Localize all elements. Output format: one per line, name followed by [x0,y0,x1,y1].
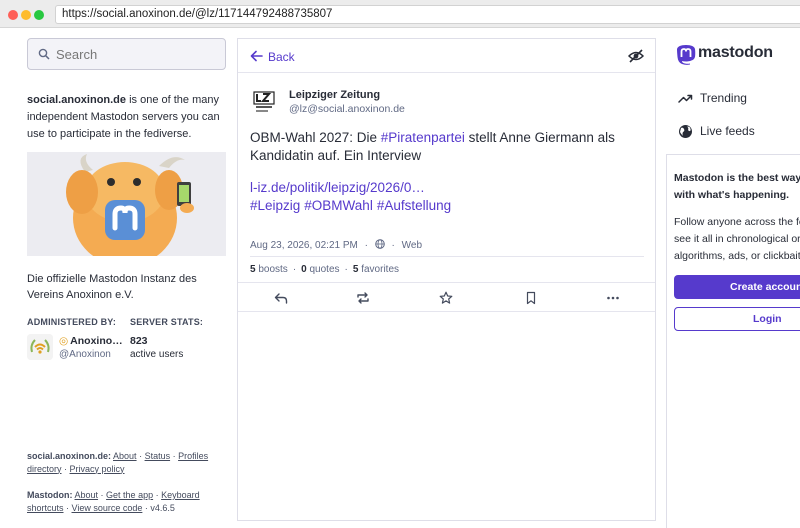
address-bar[interactable]: https://social.anoxinon.de/@lz/117144792… [55,5,800,24]
mastodon-footer-links: Mastodon: About · Get the app · Keyboard… [27,490,200,513]
signup-text-line: Follow anyone across the fe [674,216,800,228]
mastodon-logo-icon [677,45,696,65]
signup-headline: Mastodon is the best way t with what's h… [674,170,800,204]
post-column: Back Leipziger Zeitung @lz@social.anoxin… [237,38,656,521]
footer-server-label: social.anoxinon.de: [27,451,112,461]
admin-avatar[interactable] [27,334,53,360]
server-stats-label: SERVER STATS: [130,317,204,327]
hashtag-link[interactable]: #Piratenpartei [381,130,465,145]
admin-handle: @Anoxinon [59,349,111,360]
right-column-border [666,154,667,528]
admin-name-text: Anoxino… [70,335,123,347]
create-account-button[interactable]: Create account [674,275,800,299]
signup-headline-line: with what's happening. [674,189,790,201]
nav-label: Trending [700,91,747,105]
post-hashtags: #Leipzig #OBMWahl #Aufstellung [250,197,455,215]
administered-by-label: ADMINISTERED BY: [27,317,117,327]
hashtag-link[interactable]: #OBMWahl [304,198,373,213]
browser-chrome: https://social.anoxinon.de/@lz/117144792… [0,0,800,28]
login-button[interactable]: Login [674,307,800,331]
post-stats: 5 boosts · 0 quotes · 5 favorites [250,264,400,275]
more-icon[interactable] [606,291,620,305]
post-text-start: OBM-Wahl 2027: Die [250,130,381,145]
boosts-count: 5 [250,264,256,275]
close-window-button[interactable] [8,10,18,20]
search-icon [38,48,50,60]
column-header: Back [238,39,655,73]
quotes-label[interactable]: quotes [310,264,340,275]
bookmark-icon[interactable] [524,291,538,305]
star-icon[interactable] [439,291,453,305]
favorites-count: 5 [352,264,359,275]
server-hero-image [27,152,226,256]
server-description: Die offizielle Mastodon Instanz des Vere… [27,273,197,301]
footer-about-link[interactable]: About [113,451,137,461]
post-source: Web [401,240,423,251]
post-content: OBM-Wahl 2027: Die #Piratenpartei stellt… [250,129,645,165]
post-action-bar [238,282,655,312]
minimize-window-button[interactable] [21,10,31,20]
signup-headline-line: Mastodon is the best way t [674,172,800,184]
boost-icon[interactable] [356,291,370,305]
nav-label: Live feeds [700,124,755,138]
quotes-count: 0 [301,264,307,275]
search-placeholder: Search [56,47,98,62]
page: Search social.anoxinon.de is one of the … [0,28,800,528]
footer-get-app-link[interactable]: Get the app [106,490,153,500]
maximize-window-button[interactable] [34,10,44,20]
reply-icon[interactable] [274,291,288,305]
active-users-label: active users [130,349,184,360]
admin-badge-icon: ◎ [59,335,69,347]
logo-text: mastodon [698,44,773,61]
server-about: social.anoxinon.de is one of the many in… [27,92,232,143]
globe-icon [679,125,692,138]
post-meta: Aug 23, 2026, 02:21 PM · · Web [250,239,423,251]
footer-source-code-link[interactable]: View source code [72,503,143,513]
back-arrow-icon[interactable] [250,50,263,62]
boosts-label[interactable]: boosts [258,264,287,275]
signup-text-line: algorithms, ads, or clickbait [674,250,800,262]
author-handle[interactable]: @lz@social.anoxinon.de [289,103,405,115]
author-avatar[interactable] [251,89,279,117]
footer-mastodon-label: Mastodon: [27,490,73,500]
back-button[interactable]: Back [268,50,295,64]
search-input[interactable]: Search [27,38,226,70]
post-timestamp[interactable]: Aug 23, 2026, 02:21 PM [250,240,358,251]
footer-version: v4.6.5 [150,502,175,513]
favorites-label[interactable]: favorites [361,264,399,275]
admin-name[interactable]: ◎ Anoxino… [59,335,123,347]
author-name[interactable]: Leipziger Zeitung [289,89,380,101]
post-external-link[interactable]: l-iz.de/politik/leipzig/2026/0… [250,179,425,197]
eye-off-icon[interactable] [628,48,644,64]
wifi-laurel-icon [27,334,53,360]
server-footer-links: social.anoxinon.de: About · Status · Pro… [27,451,209,474]
divider [250,256,644,257]
globe-icon [374,239,385,249]
mascot-illustration [27,152,226,256]
footer-privacy-policy-link[interactable]: Privacy policy [70,464,125,474]
footer-status-link[interactable]: Status [145,451,171,461]
active-users-count: 823 [130,335,148,347]
signup-text: Follow anyone across the fe see it all i… [674,214,800,265]
divider [666,154,800,155]
footer-mastodon-about-link[interactable]: About [75,490,99,500]
signup-text-line: see it all in chronological or [674,233,800,245]
server-domain: social.anoxinon.de [27,94,127,106]
trending-icon [678,94,693,103]
hashtag-link[interactable]: #Leipzig [250,198,300,213]
hashtag-link[interactable]: #Aufstellung [377,198,451,213]
